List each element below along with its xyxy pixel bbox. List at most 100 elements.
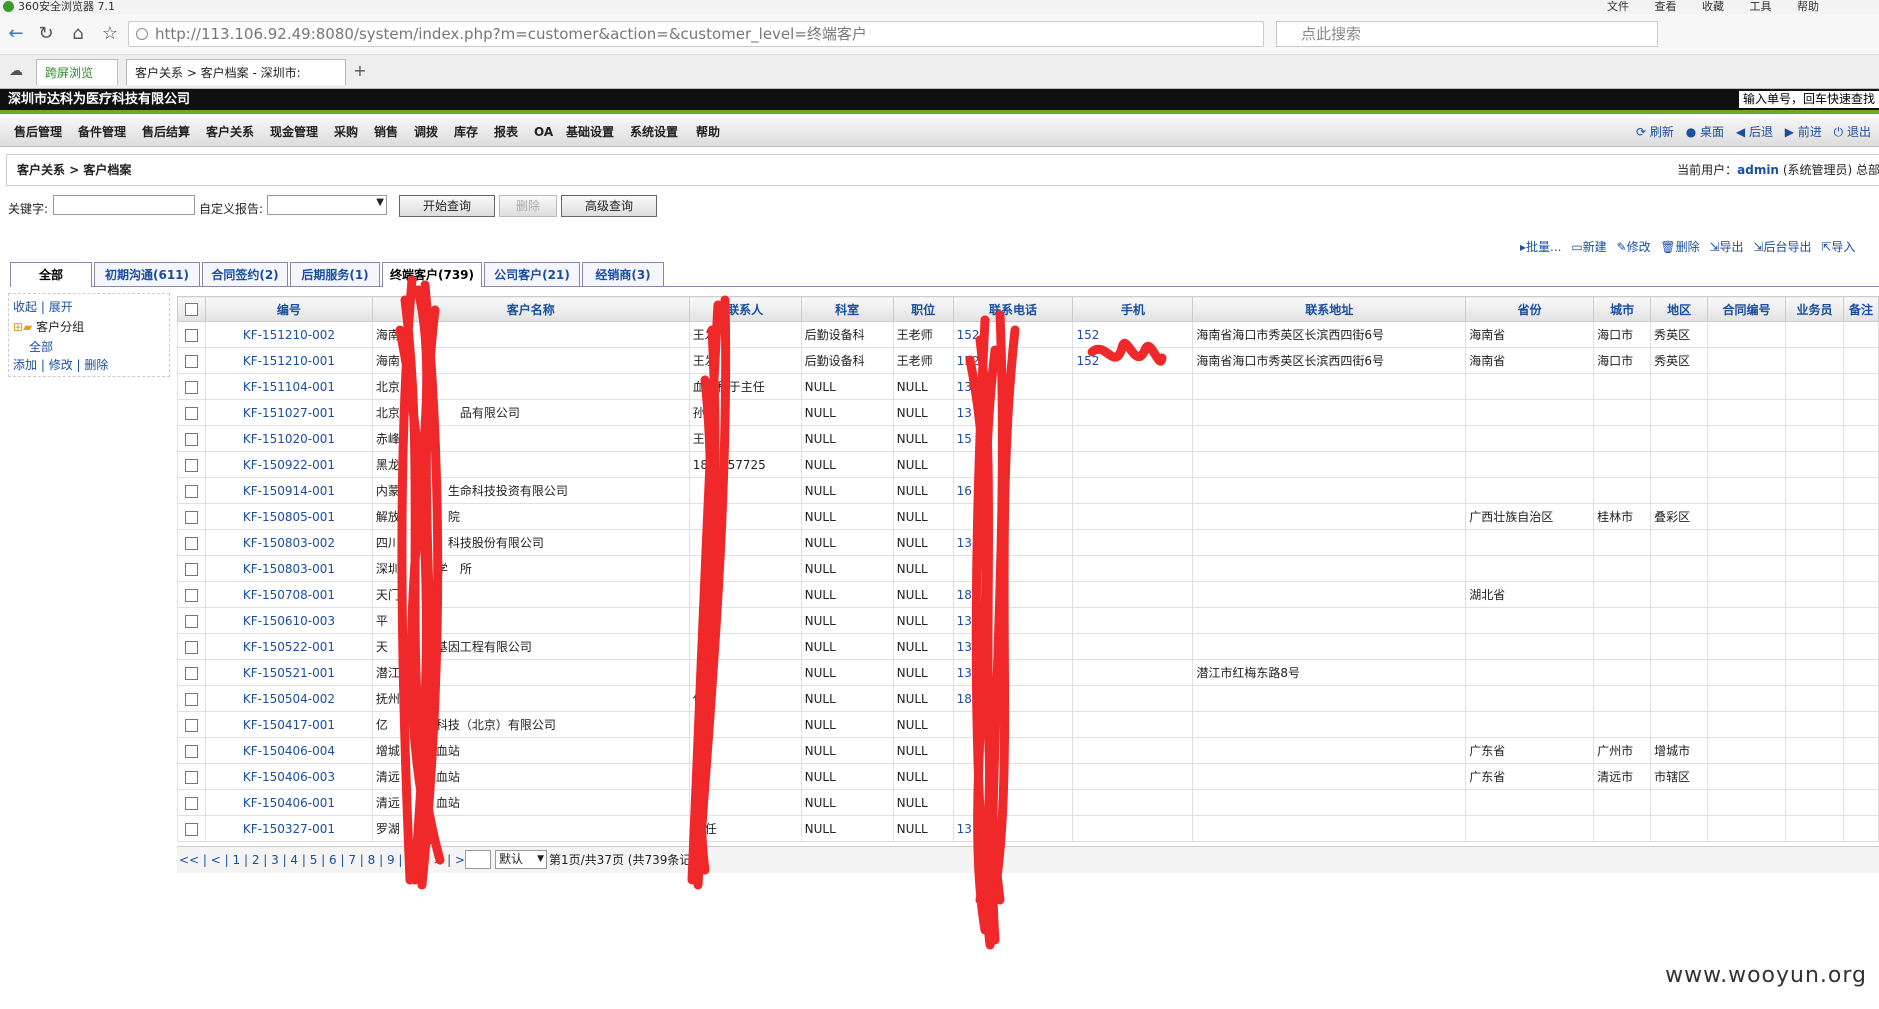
row-checkbox[interactable] — [177, 425, 206, 452]
browser-menu-favorites[interactable]: 收藏 — [1702, 0, 1724, 13]
tab-end-customer[interactable]: 终端客户(739) — [382, 262, 482, 287]
col-name[interactable]: 客户名称 — [371, 296, 690, 322]
delete-button[interactable]: 删除 — [499, 195, 557, 217]
menu-sales[interactable]: 销售 — [374, 118, 398, 146]
cell-tel[interactable]: 152 — [952, 347, 1074, 374]
col-code[interactable]: 编号 — [204, 296, 373, 322]
browser-search-input[interactable]: 点此搜索 — [1276, 21, 1658, 47]
star-icon[interactable]: ☆ — [100, 24, 120, 44]
row-checkbox[interactable] — [177, 815, 206, 842]
cell-tel[interactable] — [952, 711, 1074, 738]
menu-cash[interactable]: 现金管理 — [270, 118, 318, 146]
new-tab-icon[interactable]: + — [350, 61, 370, 81]
cell-mobile[interactable] — [1072, 763, 1194, 790]
cell-code[interactable]: KF-150803-001 — [204, 555, 373, 582]
row-checkbox[interactable] — [177, 763, 206, 790]
cell-mobile[interactable] — [1072, 399, 1194, 426]
menu-transfer[interactable]: 调拨 — [414, 118, 438, 146]
back-arrow-icon[interactable]: ← — [6, 24, 26, 44]
quick-search-input[interactable]: 输入单号，回车快速查找 — [1739, 91, 1879, 108]
edit-button[interactable]: ✎修改 — [1617, 240, 1651, 254]
menu-help[interactable]: 帮助 — [696, 118, 720, 146]
row-checkbox[interactable] — [177, 581, 206, 608]
menu-system-settings[interactable]: 系统设置 — [630, 118, 678, 146]
select-all-checkbox[interactable] — [177, 296, 206, 322]
cell-tel[interactable] — [952, 503, 1074, 530]
col-remark[interactable]: 备注 — [1842, 296, 1879, 322]
tab-company-customer[interactable]: 公司客户(21) — [484, 262, 580, 286]
table-row[interactable]: KF-150805-001 解放 院 NULL NULL 广西壮族自治区 桂林市 叠彩区 — [177, 503, 1879, 530]
row-checkbox[interactable] — [177, 503, 206, 530]
cell-mobile[interactable] — [1072, 815, 1194, 842]
row-checkbox[interactable] — [177, 685, 206, 712]
browser-menu-file[interactable]: 文件 — [1607, 0, 1629, 13]
table-row[interactable]: KF-150914-001 内蒙 生命科技投资有限公司 NULL NULL 16 — [177, 477, 1879, 504]
import-button[interactable]: ⇱导入 — [1821, 240, 1855, 254]
reload-icon[interactable]: ↻ — [36, 24, 56, 44]
tab-distributor[interactable]: 经销商(3) — [582, 262, 664, 286]
table-row[interactable]: KF-151104-001 北京 血液科于主任 NULL NULL 13 — [177, 373, 1879, 400]
cell-mobile[interactable] — [1072, 789, 1194, 816]
home-icon[interactable]: ⌂ — [68, 24, 88, 44]
row-checkbox[interactable] — [177, 737, 206, 764]
cell-tel[interactable]: 152 — [952, 321, 1074, 348]
export-button[interactable]: ⇲导出 — [1709, 240, 1743, 254]
cell-mobile[interactable]: 152 — [1072, 321, 1194, 348]
refresh-button[interactable]: ⟳ 刷新 — [1636, 125, 1674, 139]
table-row[interactable]: KF-151210-001 海南 王发 后勤设备科 王老师 152 152 海南省海口市秀英区… — [177, 347, 1879, 374]
table-row[interactable]: KF-150406-001 清远 血站任 NULL NULL — [177, 789, 1879, 816]
cell-tel[interactable]: 13 — [952, 815, 1074, 842]
cell-code[interactable]: KF-151210-002 — [204, 321, 373, 348]
advanced-search-button[interactable]: 高级查询 — [561, 195, 657, 217]
cell-tel[interactable]: 15 — [952, 425, 1074, 452]
cell-tel[interactable] — [952, 763, 1074, 790]
row-checkbox[interactable] — [177, 477, 206, 504]
row-checkbox[interactable] — [177, 607, 206, 634]
forward-button[interactable]: ▶ 前进 — [1785, 125, 1822, 139]
cell-mobile[interactable] — [1072, 451, 1194, 478]
table-row[interactable]: KF-150504-002 抚州任 NULL NULL 18 — [177, 685, 1879, 712]
browser-menu-help[interactable]: 帮助 — [1797, 0, 1819, 13]
tab-contract[interactable]: 合同签约(2) — [202, 262, 288, 286]
row-checkbox[interactable] — [177, 451, 206, 478]
cell-code[interactable]: KF-151210-001 — [204, 347, 373, 374]
row-checkbox[interactable] — [177, 633, 206, 660]
cell-tel[interactable]: 13 — [952, 399, 1074, 426]
cell-mobile[interactable] — [1072, 633, 1194, 660]
table-row[interactable]: KF-151020-001 赤峰王 NULL NULL 15 — [177, 425, 1879, 452]
cell-mobile[interactable] — [1072, 373, 1194, 400]
row-checkbox[interactable] — [177, 347, 206, 374]
table-row[interactable]: KF-151027-001 北京 品有限公司孙 NULL NULL 13 — [177, 399, 1879, 426]
table-row[interactable]: KF-150803-001 深圳 学 所 NULL NULL — [177, 555, 1879, 582]
cell-tel[interactable]: 13 — [952, 529, 1074, 556]
menu-report[interactable]: 报表 — [494, 118, 518, 146]
tab-customer-archive[interactable]: 客户关系 > 客户档案 - 深圳市: — [126, 59, 346, 85]
col-title[interactable]: 职位 — [892, 296, 954, 322]
col-dept[interactable]: 科室 — [800, 296, 894, 322]
cell-code[interactable]: KF-150504-002 — [204, 685, 373, 712]
cell-code[interactable]: KF-151027-001 — [204, 399, 373, 426]
batch-button[interactable]: ▸批量... — [1520, 240, 1561, 254]
cell-code[interactable]: KF-150522-001 — [204, 633, 373, 660]
desktop-button[interactable]: ● 桌面 — [1686, 125, 1724, 139]
expand-link[interactable]: 展开 — [49, 300, 73, 314]
table-row[interactable]: KF-151210-002 海南 王发 后勤设备科 王老师 152 152 海南省海口市秀英区… — [177, 321, 1879, 348]
row-checkbox[interactable] — [177, 373, 206, 400]
back-button[interactable]: ◀ 后退 — [1736, 125, 1773, 139]
tree-group[interactable]: ⊞▰ 客户分组 — [13, 318, 84, 335]
col-contract[interactable]: 合同编号 — [1707, 296, 1786, 322]
cell-code[interactable]: KF-150805-001 — [204, 503, 373, 530]
table-row[interactable]: KF-150406-003 清远 血站任 NULL NULL 广东省 清远市 市辖区 — [177, 763, 1879, 790]
col-mobile[interactable]: 手机 — [1072, 296, 1194, 322]
cell-code[interactable]: KF-150708-001 — [204, 581, 373, 608]
col-salesman[interactable]: 业务员 — [1785, 296, 1844, 322]
cell-code[interactable]: KF-150406-001 — [204, 789, 373, 816]
col-contact[interactable]: 联系人 — [688, 296, 802, 322]
cell-mobile[interactable] — [1072, 425, 1194, 452]
cell-code[interactable]: KF-150406-003 — [204, 763, 373, 790]
cell-code[interactable]: KF-150327-001 — [204, 815, 373, 842]
cell-tel[interactable]: 13 — [952, 373, 1074, 400]
tab-cross-screen[interactable]: 跨屏浏览 — [36, 59, 118, 85]
address-bar[interactable]: http://113.106.92.49:8080/system/index.p… — [128, 21, 1264, 47]
cell-code[interactable]: KF-150922-001 — [204, 451, 373, 478]
